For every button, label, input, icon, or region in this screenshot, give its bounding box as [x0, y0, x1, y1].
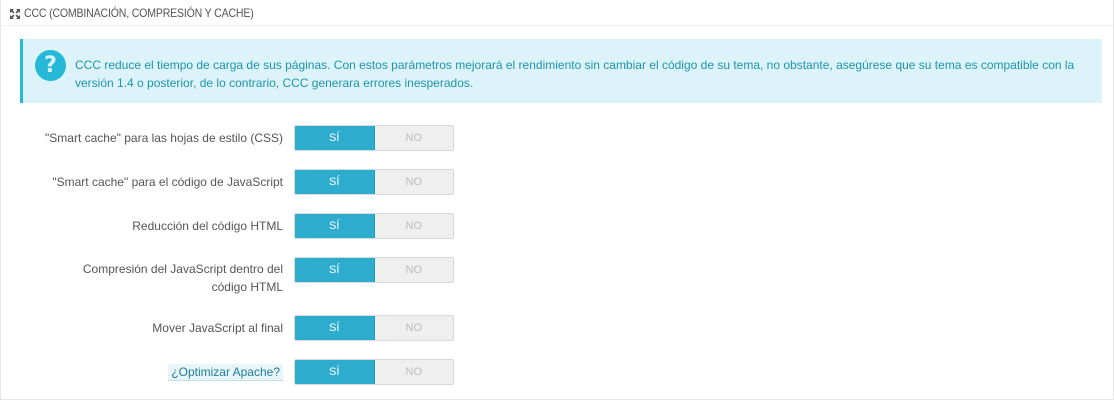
- js-cache-switch[interactable]: SÍ NO: [294, 169, 454, 195]
- yes-option[interactable]: SÍ: [295, 126, 375, 150]
- yes-option[interactable]: SÍ: [295, 316, 375, 340]
- setting-label[interactable]: ¿Optimizar Apache?: [168, 364, 283, 381]
- no-option[interactable]: NO: [374, 214, 453, 238]
- info-alert: ? CCC reduce el tiempo de carga de sus p…: [20, 39, 1102, 103]
- yes-option[interactable]: SÍ: [295, 258, 375, 282]
- yes-option[interactable]: SÍ: [295, 360, 375, 384]
- no-option[interactable]: NO: [374, 126, 453, 150]
- html-minify-switch[interactable]: SÍ NO: [294, 213, 454, 239]
- setting-label: Compresión del JavaScript dentro del cód…: [82, 262, 283, 294]
- css-cache-switch[interactable]: SÍ NO: [294, 125, 454, 151]
- setting-label: Mover JavaScript al final: [152, 321, 283, 335]
- panel-title: CCC (COMBINACIÓN, COMPRESIÓN Y CACHE): [24, 5, 254, 20]
- no-option[interactable]: NO: [374, 316, 453, 340]
- setting-label: Reducción del código HTML: [132, 219, 283, 233]
- inline-js-switch[interactable]: SÍ NO: [294, 257, 454, 283]
- expand-arrows-icon: [9, 7, 21, 19]
- no-option[interactable]: NO: [374, 170, 453, 194]
- apache-help-link[interactable]: ¿Optimizar Apache?: [13, 363, 283, 381]
- apache-switch[interactable]: SÍ NO: [294, 359, 454, 385]
- ccc-panel: CCC (COMBINACIÓN, COMPRESIÓN Y CACHE) ? …: [0, 0, 1114, 400]
- yes-option[interactable]: SÍ: [295, 214, 375, 238]
- no-option[interactable]: NO: [374, 360, 453, 384]
- panel-heading: CCC (COMBINACIÓN, COMPRESIÓN Y CACHE): [1, 0, 1113, 26]
- no-option[interactable]: NO: [374, 258, 453, 282]
- setting-label: "Smart cache" para el código de JavaScri…: [52, 175, 283, 189]
- question-circle-icon: ?: [35, 50, 66, 81]
- alert-text: CCC reduce el tiempo de carga de sus pág…: [75, 58, 1075, 90]
- move-js-switch[interactable]: SÍ NO: [294, 315, 454, 341]
- yes-option[interactable]: SÍ: [295, 170, 375, 194]
- setting-label: "Smart cache" para las hojas de estilo (…: [45, 131, 283, 145]
